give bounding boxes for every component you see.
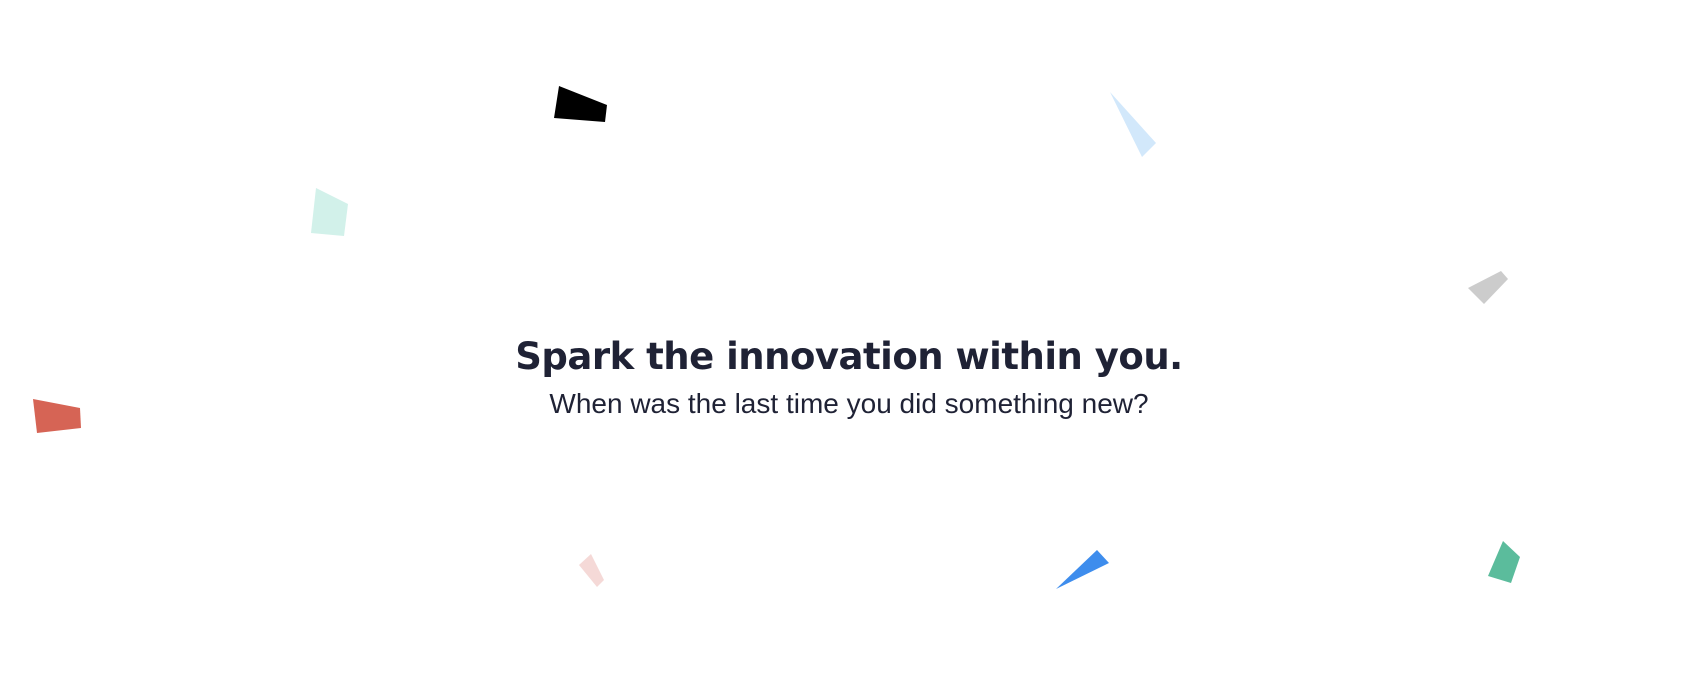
confetti-piece-green	[1488, 541, 1520, 583]
confetti-piece-light-blue	[1110, 92, 1156, 157]
hero-text: Spark the innovation within you. When wa…	[0, 332, 1698, 422]
confetti-piece-blue	[1056, 550, 1109, 589]
confetti-piece-mint	[311, 188, 348, 236]
confetti-piece-pale-pink	[579, 554, 604, 587]
confetti-piece-black	[554, 86, 607, 122]
hero-subtitle: When was the last time you did something…	[549, 388, 1149, 419]
hero-title: Spark the innovation within you.	[515, 335, 1183, 378]
hero-section: Spark the innovation within you. When wa…	[0, 0, 1698, 692]
confetti-piece-gray	[1468, 271, 1508, 304]
